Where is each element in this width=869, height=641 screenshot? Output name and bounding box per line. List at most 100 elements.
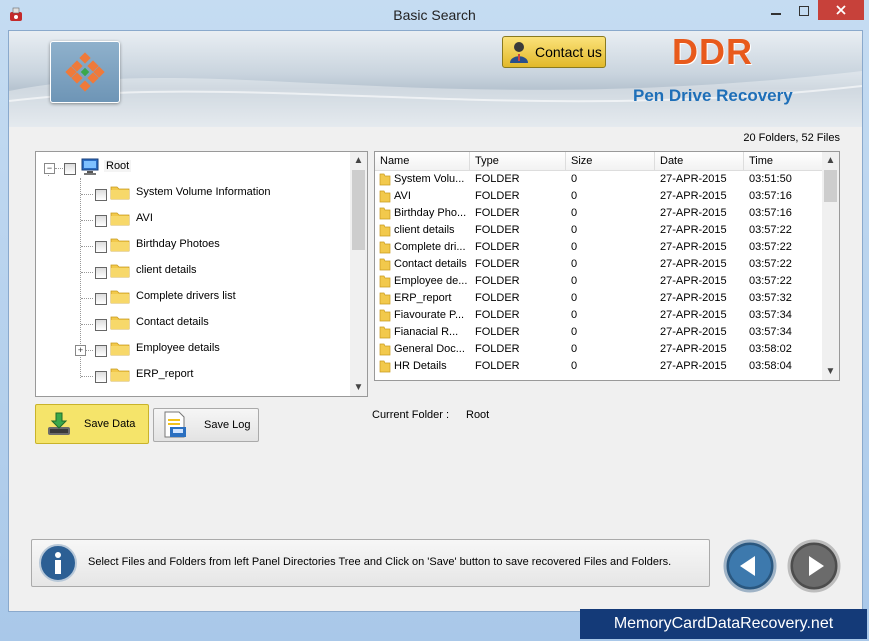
cell-date: 27-APR-2015 xyxy=(660,343,727,355)
back-button[interactable] xyxy=(723,539,777,593)
cell-size: 0 xyxy=(571,173,578,185)
list-row[interactable]: HR Details FOLDER 0 27-APR-2015 03:58:04 xyxy=(375,358,822,375)
file-list[interactable]: Name Type Size Date Time System Volu... F… xyxy=(374,151,840,381)
tree-node[interactable]: Complete drivers list xyxy=(36,284,350,310)
cell-date: 27-APR-2015 xyxy=(660,258,727,270)
tree-connector xyxy=(81,298,93,299)
tree-checkbox[interactable] xyxy=(95,345,107,357)
tree-checkbox[interactable] xyxy=(95,319,107,331)
cell-name: Contact details xyxy=(394,258,467,270)
cell-size: 0 xyxy=(571,224,578,236)
cell-size: 0 xyxy=(571,309,578,321)
list-row[interactable]: Contact details FOLDER 0 27-APR-2015 03:57:2… xyxy=(375,256,822,273)
computer-icon xyxy=(81,158,99,175)
save-download-icon xyxy=(48,412,70,435)
cell-name: HR Details xyxy=(394,360,447,372)
watermark: MemoryCardDataRecovery.net xyxy=(580,609,867,639)
tree-node-label: AVI xyxy=(136,212,153,224)
list-row[interactable]: Birthday Pho... FOLDER 0 27-APR-2015 03:57:1… xyxy=(375,205,822,222)
list-row[interactable]: AVI FOLDER 0 27-APR-2015 03:57:16 xyxy=(375,188,822,205)
app-window: Basic Search Contact us DDR Pen Drive Re… xyxy=(0,0,869,641)
tree-node[interactable]: + Employee details xyxy=(36,336,350,362)
directory-tree[interactable]: − Root System Volume Information AVI Birth… xyxy=(35,151,368,397)
column-header-date[interactable]: Date xyxy=(655,152,744,170)
cell-type: FOLDER xyxy=(475,224,520,236)
cell-name: ERP_report xyxy=(394,292,452,304)
tree-checkbox[interactable] xyxy=(64,163,76,175)
close-icon xyxy=(836,5,846,15)
cell-type: FOLDER xyxy=(475,173,520,185)
expand-icon[interactable]: + xyxy=(75,345,86,356)
cell-time: 03:57:16 xyxy=(749,190,792,202)
tree-node[interactable]: ERP_report xyxy=(36,362,350,388)
tree-root-node[interactable]: − Root xyxy=(36,154,350,180)
list-vertical-scrollbar[interactable]: ▲ ▼ xyxy=(822,152,839,380)
close-button[interactable] xyxy=(818,0,864,20)
column-header-type[interactable]: Type xyxy=(470,152,566,170)
tree-checkbox[interactable] xyxy=(95,215,107,227)
list-row[interactable]: System Volu... FOLDER 0 27-APR-2015 03:51:50 xyxy=(375,171,822,188)
cell-name: Employee de... xyxy=(394,275,468,287)
cell-name: General Doc... xyxy=(394,343,465,355)
list-row[interactable]: Fiavourate P... FOLDER 0 27-APR-2015 03:57:3… xyxy=(375,307,822,324)
chevron-down-icon[interactable]: ▼ xyxy=(822,363,839,380)
maximize-button[interactable] xyxy=(790,0,818,22)
folder-icon xyxy=(379,343,391,356)
column-header-time[interactable]: Time xyxy=(744,152,822,170)
folder-icon xyxy=(110,212,130,226)
tree-node[interactable]: System Volume Information xyxy=(36,180,350,206)
tree-checkbox[interactable] xyxy=(95,241,107,253)
tree-connector xyxy=(81,272,93,273)
tree-checkbox[interactable] xyxy=(95,267,107,279)
tree-checkbox[interactable] xyxy=(95,293,107,305)
folder-icon xyxy=(110,316,130,330)
chevron-down-icon[interactable]: ▼ xyxy=(350,379,367,396)
folder-icon xyxy=(379,360,391,373)
folder-icon xyxy=(379,309,391,322)
list-row[interactable]: Fianacial R... FOLDER 0 27-APR-2015 03:57:34 xyxy=(375,324,822,341)
collapse-icon[interactable]: − xyxy=(44,163,55,174)
cell-time: 03:57:32 xyxy=(749,292,792,304)
folder-icon xyxy=(379,326,391,339)
chevron-up-icon[interactable]: ▲ xyxy=(822,152,839,169)
cell-size: 0 xyxy=(571,207,578,219)
list-row[interactable]: client details FOLDER 0 27-APR-2015 03:57:22 xyxy=(375,222,822,239)
tree-checkbox[interactable] xyxy=(95,189,107,201)
column-header-size[interactable]: Size xyxy=(566,152,655,170)
chevron-up-icon[interactable]: ▲ xyxy=(350,152,367,169)
list-row[interactable]: Employee de... FOLDER 0 27-APR-2015 03:57:22 xyxy=(375,273,822,290)
tree-node[interactable]: Contact details xyxy=(36,310,350,336)
save-data-button[interactable]: Save Data xyxy=(35,404,149,444)
column-header-name[interactable]: Name xyxy=(375,152,470,170)
minimize-button[interactable] xyxy=(762,0,790,22)
scrollbar-thumb[interactable] xyxy=(352,170,365,250)
cell-time: 03:51:50 xyxy=(749,173,792,185)
save-data-label: Save Data xyxy=(84,418,136,430)
cell-date: 27-APR-2015 xyxy=(660,326,727,338)
list-row[interactable]: General Doc... FOLDER 0 27-APR-2015 03:58:02 xyxy=(375,341,822,358)
list-row[interactable]: ERP_report FOLDER 0 27-APR-2015 03:57:32 xyxy=(375,290,822,307)
cell-date: 27-APR-2015 xyxy=(660,360,727,372)
tree-node[interactable]: Birthday Photoes xyxy=(36,232,350,258)
tree-node[interactable]: client details xyxy=(36,258,350,284)
tree-node[interactable]: AVI xyxy=(36,206,350,232)
maximize-icon xyxy=(799,6,809,16)
tree-checkbox[interactable] xyxy=(95,371,107,383)
cell-name: client details xyxy=(394,224,455,236)
cell-time: 03:57:22 xyxy=(749,258,792,270)
folder-icon xyxy=(379,173,391,186)
cell-date: 27-APR-2015 xyxy=(660,173,727,185)
list-row[interactable]: Complete dri... FOLDER 0 27-APR-2015 03:57:2… xyxy=(375,239,822,256)
tree-connector xyxy=(81,324,93,325)
tree-vertical-scrollbar[interactable]: ▲ ▼ xyxy=(350,152,367,396)
folder-icon xyxy=(379,258,391,271)
scrollbar-thumb[interactable] xyxy=(824,170,837,202)
tree-content: − Root System Volume Information AVI Birth… xyxy=(36,152,350,396)
folder-icon xyxy=(110,342,130,356)
save-log-button[interactable]: Save Log xyxy=(153,408,259,442)
cell-time: 03:57:34 xyxy=(749,309,792,321)
next-button[interactable] xyxy=(787,539,841,593)
folder-icon xyxy=(110,264,130,278)
info-message: Select Files and Folders from left Panel… xyxy=(88,556,672,568)
contact-us-button[interactable]: Contact us xyxy=(502,36,606,68)
